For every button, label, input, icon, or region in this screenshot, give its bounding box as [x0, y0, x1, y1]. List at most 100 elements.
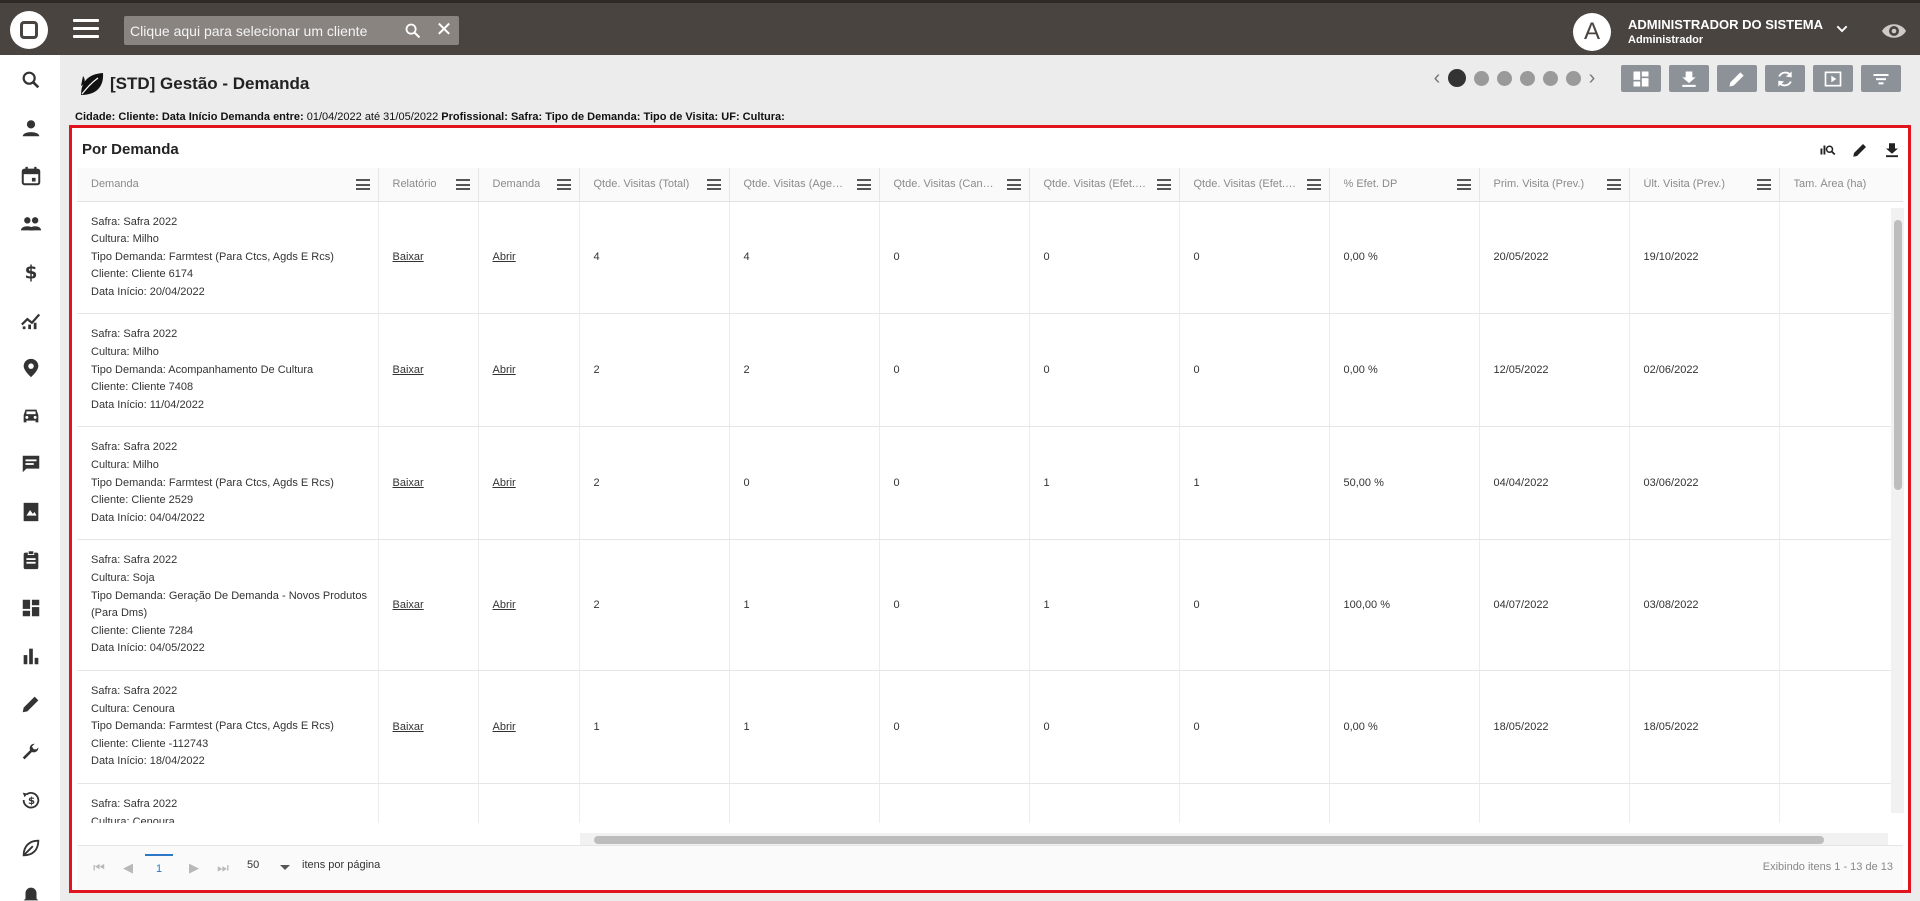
leaf-icon[interactable]	[18, 835, 44, 861]
last-page-icon[interactable]: ⏭	[213, 858, 233, 878]
column-header[interactable]: Relatório	[378, 168, 479, 202]
page-dot[interactable]	[1474, 70, 1489, 86]
page-dot[interactable]	[1448, 69, 1466, 87]
demand-line: Data Início: 04/04/2022	[91, 511, 205, 524]
page-dot[interactable]	[1543, 70, 1558, 86]
first-page-icon[interactable]: ⏮	[89, 858, 109, 878]
app-logo[interactable]	[10, 11, 48, 49]
location-pin-icon[interactable]	[18, 355, 44, 381]
column-menu-icon[interactable]	[556, 179, 571, 190]
pencil-icon[interactable]	[18, 691, 44, 717]
search-icon[interactable]	[18, 67, 44, 93]
column-menu-icon[interactable]	[1456, 179, 1471, 190]
cell-abrir: Abrir	[478, 313, 580, 428]
open-demand-link[interactable]: Abrir	[493, 477, 516, 489]
column-menu-icon[interactable]	[1006, 179, 1021, 190]
column-header[interactable]: Qtde. Visitas (Canceladas)	[879, 168, 1030, 202]
table-row[interactable]: Safra: Safra 2022 Cultura: Milho Tipo Dema…	[77, 426, 1903, 541]
download-report-link[interactable]: Baixar	[393, 599, 424, 611]
message-icon[interactable]	[18, 451, 44, 477]
wrench-icon[interactable]	[18, 739, 44, 765]
bell-icon[interactable]	[18, 881, 44, 901]
page-dot[interactable]	[1497, 70, 1512, 86]
close-icon[interactable]: ✕	[435, 20, 453, 40]
chevron-right-icon[interactable]: ›	[1585, 68, 1599, 88]
column-menu-icon[interactable]	[455, 179, 470, 190]
filter-button[interactable]	[1861, 65, 1901, 92]
demand-line: Data Início: 20/04/2022	[91, 285, 205, 298]
open-demand-link[interactable]: Abrir	[493, 251, 516, 263]
calendar-icon[interactable]	[18, 163, 44, 189]
layout-button[interactable]	[1621, 65, 1661, 92]
refresh-button[interactable]	[1765, 65, 1805, 92]
column-header[interactable]: Qtde. Visitas (Agendadas)	[729, 168, 880, 202]
people-icon[interactable]	[18, 211, 44, 237]
pencil-icon[interactable]	[1850, 140, 1870, 160]
cell-cancel: 0	[879, 426, 1030, 541]
table-row[interactable]: Safra: Safra 2022 Cultura: Cenoura	[77, 783, 1903, 823]
client-search[interactable]: ✕	[124, 16, 459, 45]
chevron-down-icon[interactable]	[1834, 21, 1850, 37]
download-button[interactable]	[1669, 65, 1709, 92]
column-header[interactable]: Qtde. Visitas (Efet. DP)	[1029, 168, 1180, 202]
menu-icon[interactable]	[73, 19, 99, 39]
cell-area	[1779, 426, 1903, 541]
column-header[interactable]: Últ. Visita (Prev.)	[1629, 168, 1780, 202]
download-report-link[interactable]: Baixar	[393, 364, 424, 376]
table-row[interactable]: Safra: Safra 2022 Cultura: Cenoura Tipo De…	[77, 670, 1903, 784]
history-dollar-icon[interactable]: $	[18, 787, 44, 813]
open-demand-link[interactable]: Abrir	[493, 721, 516, 733]
image-book-icon[interactable]	[18, 499, 44, 525]
column-menu-icon[interactable]	[706, 179, 721, 190]
column-menu-icon[interactable]	[1306, 179, 1321, 190]
open-demand-link[interactable]: Abrir	[493, 599, 516, 611]
trending-icon[interactable]	[18, 307, 44, 333]
download-icon[interactable]	[1882, 140, 1902, 160]
avatar[interactable]: A	[1573, 13, 1611, 51]
current-page[interactable]: 1	[145, 854, 173, 882]
table-row[interactable]: Safra: Safra 2022 Cultura: Soja Tipo Deman…	[77, 539, 1903, 671]
download-report-link[interactable]: Baixar	[393, 251, 424, 263]
cell-prim: 18/05/2022	[1479, 670, 1630, 784]
column-header[interactable]: Qtde. Visitas (Total)	[579, 168, 730, 202]
eye-icon[interactable]	[1880, 19, 1908, 43]
filter-label: Profissional:	[441, 111, 508, 123]
column-menu-icon[interactable]	[1156, 179, 1171, 190]
dollar-icon[interactable]: $	[18, 259, 44, 285]
column-header[interactable]: Demanda	[77, 168, 379, 202]
chevron-left-icon[interactable]: ‹	[1430, 68, 1444, 88]
vertical-scrollbar[interactable]	[1891, 208, 1904, 813]
open-demand-link[interactable]: Abrir	[493, 364, 516, 376]
column-header-label: % Efet. DP	[1343, 178, 1398, 191]
column-menu-icon[interactable]	[1606, 179, 1621, 190]
zoom-chart-icon[interactable]	[1818, 140, 1838, 160]
column-header[interactable]: Demanda	[478, 168, 580, 202]
search-icon[interactable]	[404, 22, 421, 39]
table-row[interactable]: Safra: Safra 2022 Cultura: Milho Tipo Dema…	[77, 313, 1903, 428]
column-menu-icon[interactable]	[1756, 179, 1771, 190]
next-page-icon[interactable]: ▶	[184, 858, 204, 878]
clipboard-icon[interactable]	[18, 547, 44, 573]
caret-down-icon[interactable]	[280, 865, 290, 870]
person-icon[interactable]	[18, 115, 44, 141]
dashboard-icon[interactable]	[18, 595, 44, 621]
download-report-link[interactable]: Baixar	[393, 721, 424, 733]
edit-button[interactable]	[1717, 65, 1757, 92]
column-header[interactable]: Tam. Área (ha)	[1779, 168, 1903, 202]
presentation-button[interactable]	[1813, 65, 1853, 92]
client-search-input[interactable]	[124, 16, 394, 45]
page-dot[interactable]	[1566, 70, 1581, 86]
page-size-select[interactable]: 50	[247, 859, 259, 871]
prev-page-icon[interactable]: ◀	[118, 858, 138, 878]
column-menu-icon[interactable]	[856, 179, 871, 190]
column-header[interactable]: Prim. Visita (Prev.)	[1479, 168, 1630, 202]
bar-chart-icon[interactable]	[18, 643, 44, 669]
table-row[interactable]: Safra: Safra 2022 Cultura: Milho Tipo Dema…	[77, 201, 1903, 315]
page-dot[interactable]	[1520, 70, 1535, 86]
column-header[interactable]: % Efet. DP	[1329, 168, 1480, 202]
column-header[interactable]: Qtde. Visitas (Efet. Fora DP)	[1179, 168, 1330, 202]
car-icon[interactable]	[18, 403, 44, 429]
svg-text:$: $	[25, 262, 38, 283]
column-menu-icon[interactable]	[355, 179, 370, 190]
download-report-link[interactable]: Baixar	[393, 477, 424, 489]
